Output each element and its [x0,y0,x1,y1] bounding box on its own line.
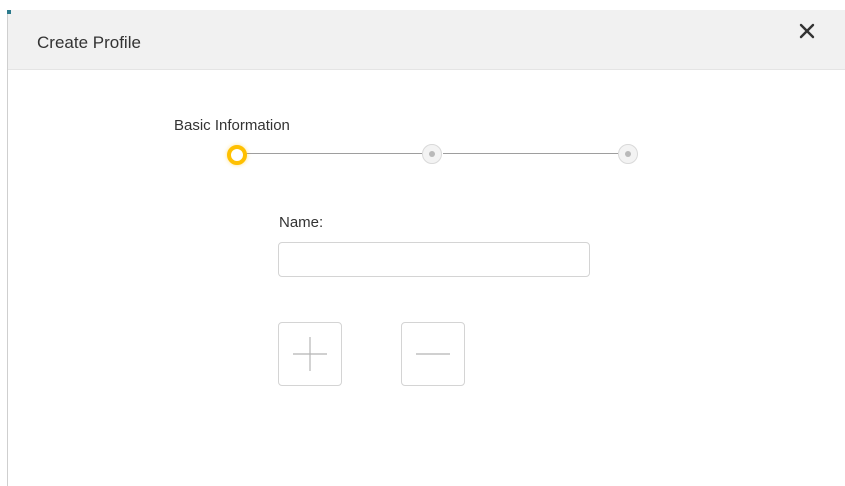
step-1-dot-active [227,145,247,165]
name-input[interactable] [278,242,590,277]
create-profile-dialog: Create Profile Basic Information Name: [0,0,845,486]
progress-stepper: Basic Information [0,0,845,200]
step-connector-2 [443,153,618,154]
add-button[interactable] [278,322,342,386]
step-label-basic-information: Basic Information [174,117,290,134]
plus-icon [293,337,327,371]
remove-button[interactable] [401,322,465,386]
minus-icon [416,353,450,355]
step-connector-1 [246,153,422,154]
name-label: Name: [279,214,324,231]
step-3-dot [618,144,638,164]
step-2-dot [422,144,442,164]
